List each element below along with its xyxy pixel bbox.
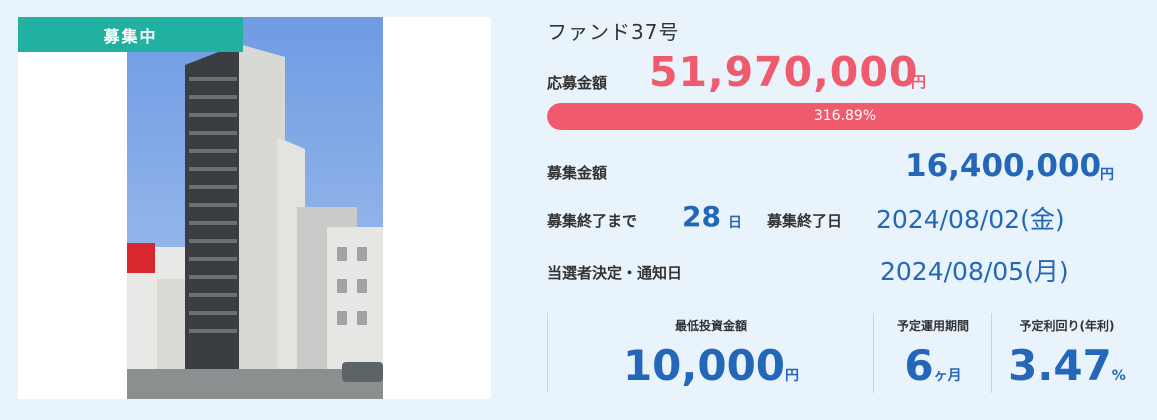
min-investment-value: 10,000: [622, 341, 786, 390]
winner-notify-value: 2024/08/05(月): [880, 257, 1069, 286]
operation-period-value-wrap: 6ヶ月: [874, 341, 992, 390]
operation-period-label: 予定運用期間: [896, 319, 969, 333]
expected-yield-stat: 予定利回り(年利) 3.47%: [991, 313, 1142, 393]
target-amount-label: 募集金額: [547, 164, 608, 182]
min-investment-value-wrap: 10,000円: [548, 341, 874, 390]
applied-amount-label: 応募金額: [547, 74, 608, 92]
operation-period-value: 6: [904, 341, 934, 390]
recruiting-badge: 募集中: [18, 17, 243, 52]
expected-yield-value-wrap: 3.47%: [992, 341, 1142, 390]
target-amount-unit: 円: [1100, 167, 1114, 183]
expected-yield-label: 予定利回り(年利): [1019, 319, 1115, 333]
end-date-value: 2024/08/02(金): [876, 205, 1065, 234]
fund-title[interactable]: ファンド37号: [547, 16, 679, 45]
progress-percent-text: 316.89%: [813, 108, 877, 124]
end-date-label: 募集終了日: [767, 212, 843, 230]
target-amount-value: 16,400,000: [905, 148, 1102, 184]
winner-notify-label: 当選者決定・通知日: [547, 264, 683, 282]
min-investment-unit: 円: [785, 368, 800, 384]
property-photo-card[interactable]: 募集中: [18, 17, 491, 399]
applied-amount-value: 51,970,000: [649, 48, 919, 96]
min-investment-label: 最低投資金額: [674, 319, 747, 333]
applied-amount-unit: 円: [911, 73, 927, 91]
remaining-days-label: 募集終了まで: [547, 212, 638, 230]
expected-yield-value: 3.47: [1008, 341, 1112, 390]
remaining-days-unit: 日: [728, 215, 742, 231]
operation-period-unit: ヶ月: [933, 368, 962, 384]
fund-stats: 最低投資金額 10,000円 予定運用期間 6ヶ月 予定利回り(年利) 3.47…: [547, 313, 1143, 393]
operation-period-stat: 予定運用期間 6ヶ月: [873, 313, 992, 393]
remaining-days-value: 28: [682, 200, 721, 233]
application-progress-bar: 316.89%: [547, 103, 1143, 130]
property-photo: [127, 17, 383, 399]
expected-yield-unit: %: [1111, 368, 1126, 384]
fund-info-panel: ファンド37号 応募金額 51,970,000 円 316.89% 募集金額 1…: [547, 0, 1147, 420]
min-investment-stat: 最低投資金額 10,000円: [547, 313, 874, 393]
